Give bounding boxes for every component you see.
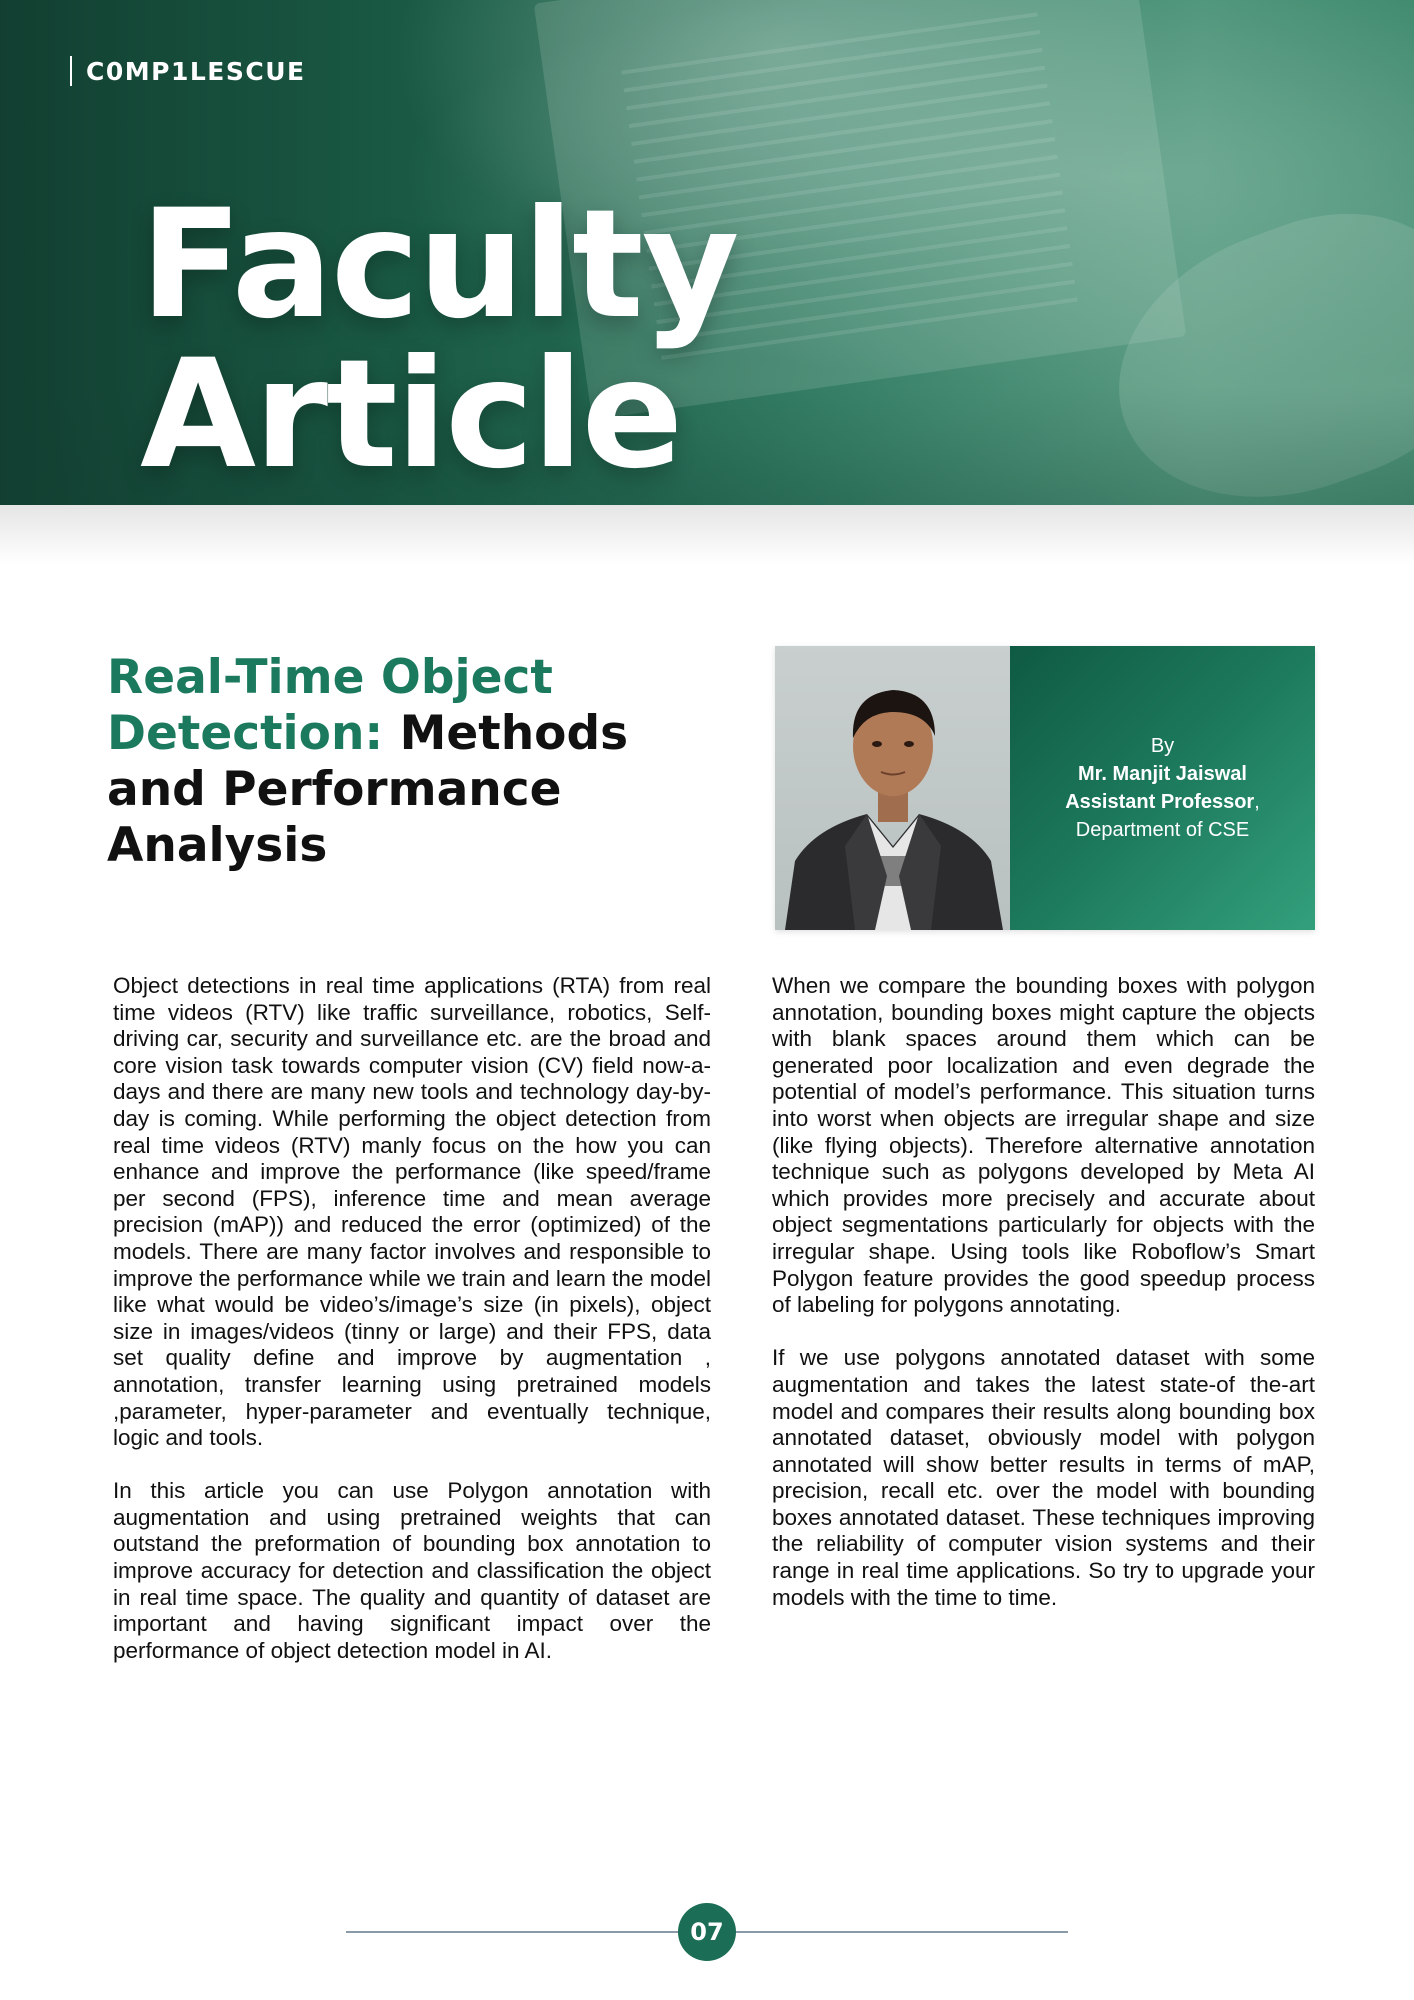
author-role: Assistant Professor [1065, 791, 1255, 813]
author-portrait-icon [785, 690, 1003, 930]
logo-text: C0MP1LESCUE [86, 56, 306, 86]
author-card: By Mr. Manjit Jaiswal Assistant Professo… [775, 646, 1315, 930]
author-role-suffix: , [1254, 791, 1260, 813]
publication-logo: C0MP1LESCUE [70, 56, 306, 86]
author-role-line: Assistant Professor, [1065, 788, 1260, 816]
author-photo [775, 646, 1010, 930]
section-title: Faculty Article [140, 178, 739, 502]
author-name: Mr. Manjit Jaiswal [1078, 763, 1247, 785]
page-number-badge: 07 [678, 1903, 736, 1961]
author-department: Department of CSE [1075, 819, 1250, 841]
section-title-line2: Article [140, 328, 683, 502]
byline-by: By [1150, 735, 1175, 757]
logo-divider [70, 56, 72, 86]
body-paragraph: Object detections in real time applicati… [113, 973, 711, 1451]
body-paragraph: If we use polygons annotated dataset wit… [772, 1345, 1315, 1610]
body-column-left: Object detections in real time applicati… [113, 973, 711, 1691]
header-banner: C0MP1LESCUE Faculty Article [0, 0, 1414, 505]
section-title-line1: Faculty [140, 178, 739, 352]
author-byline: By Mr. Manjit Jaiswal Assistant Professo… [1010, 646, 1315, 930]
body-paragraph: When we compare the bounding boxes with … [772, 973, 1315, 1318]
body-column-right: When we compare the bounding boxes with … [772, 973, 1315, 1638]
body-paragraph: In this article you can use Polygon anno… [113, 1478, 711, 1663]
article-title: Real-Time Object Detection: Methods and … [107, 650, 667, 874]
